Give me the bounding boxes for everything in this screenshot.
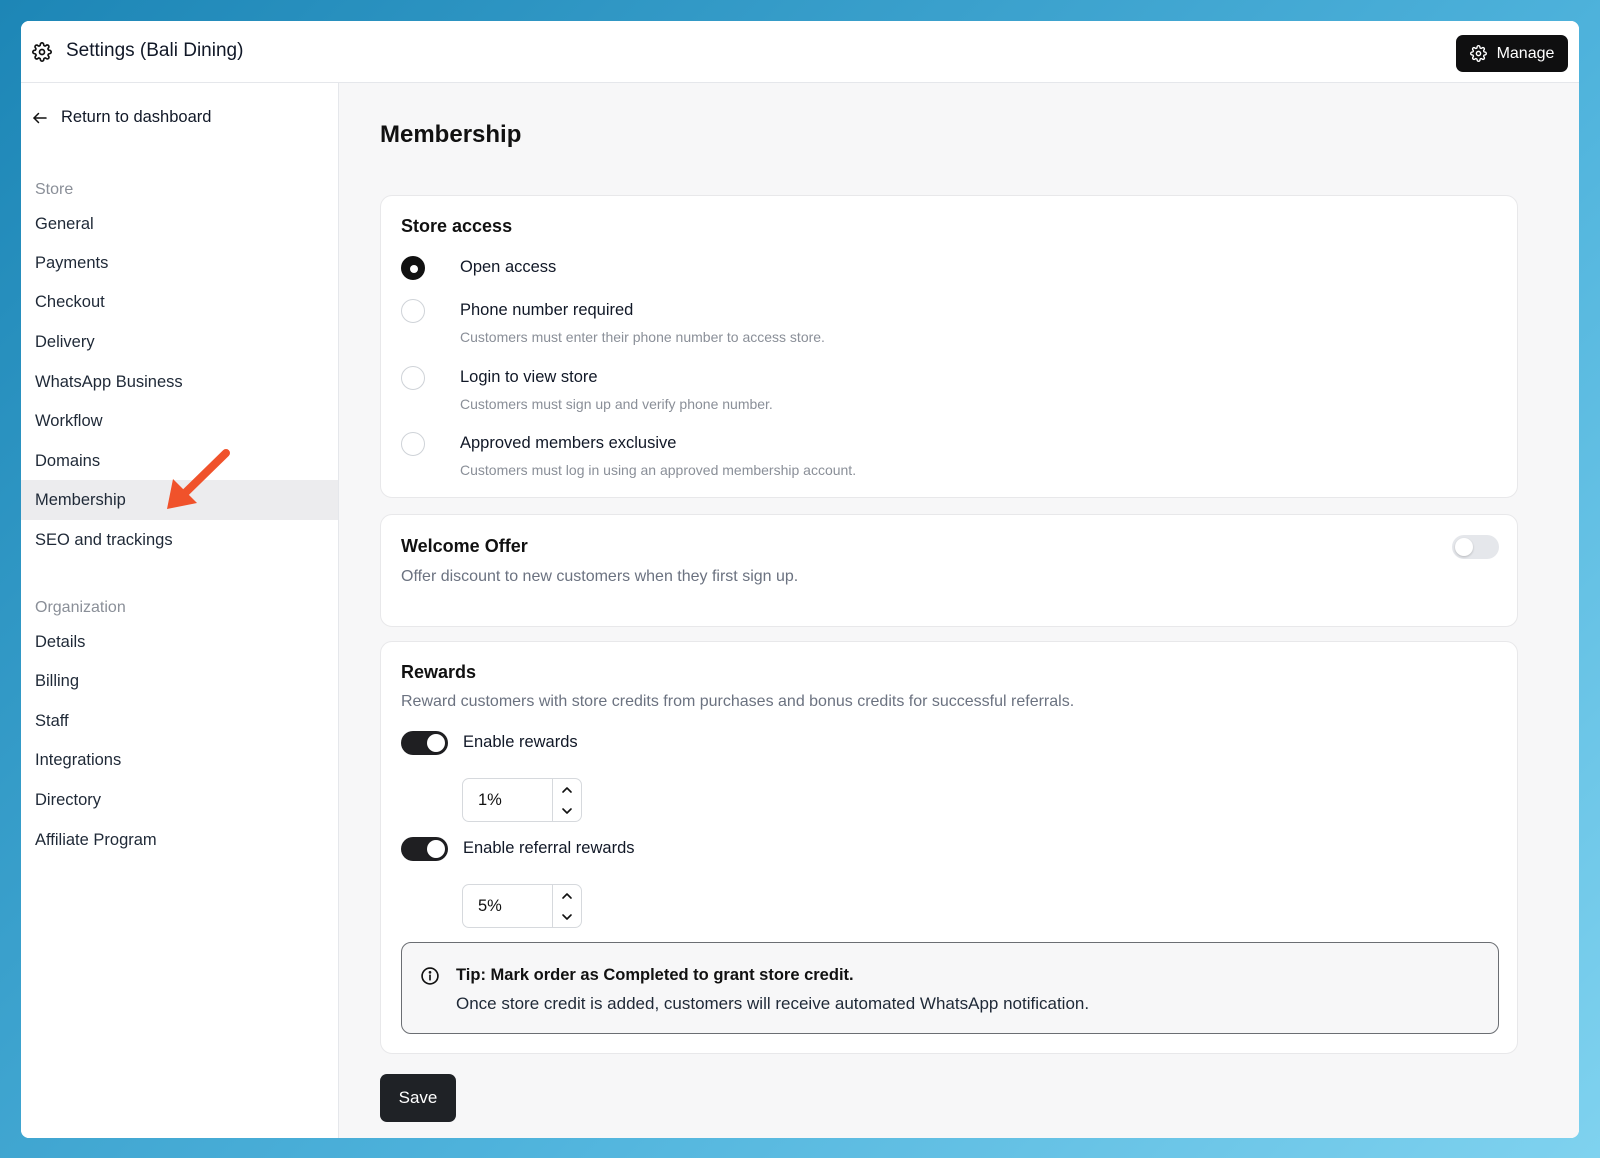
welcome-offer-toggle[interactable]: [1452, 535, 1499, 559]
toggle-knob: [427, 840, 445, 858]
tip-body: Once store credit is added, customers wi…: [456, 994, 1090, 1013]
gear-icon: [1469, 45, 1487, 62]
enable-referral-rewards-label: Enable referral rewards: [463, 839, 635, 857]
annotation-arrow-icon: [167, 449, 230, 509]
sidebar-item-affiliate-program[interactable]: Affiliate Program: [21, 820, 338, 860]
sidebar-item-label: Details: [35, 632, 86, 651]
manage-button-label: Manage: [1496, 44, 1555, 62]
radio-label: Approved members exclusive: [460, 434, 677, 452]
main-content: Membership Store access Open access Phon…: [339, 83, 1579, 1138]
radio-login-to-view-store[interactable]: Login to view store Customers must sign …: [401, 366, 773, 412]
rewards-card: Rewards Reward customers with store cred…: [380, 641, 1518, 1054]
sidebar-item-label: Membership: [35, 490, 126, 509]
sidebar-item-workflow[interactable]: Workflow: [21, 401, 338, 441]
radio-button[interactable]: [401, 256, 425, 280]
sidebar-item-label: WhatsApp Business: [35, 372, 183, 391]
sidebar-item-seo-and-trackings[interactable]: SEO and trackings: [21, 520, 338, 560]
store-access-card: Store access Open access Phone number re…: [380, 195, 1518, 498]
sidebar-item-checkout[interactable]: Checkout: [21, 282, 338, 322]
sidebar-item-staff[interactable]: Staff: [21, 701, 338, 741]
radio-description: Customers must log in using an approved …: [460, 462, 857, 478]
window-title: Settings (Bali Dining): [66, 40, 244, 61]
sidebar-item-details[interactable]: Details: [21, 622, 338, 662]
page-title: Membership: [380, 121, 522, 148]
top-bar: Settings (Bali Dining) Manage: [21, 21, 1579, 83]
radio-description: Customers must sign up and verify phone …: [460, 396, 773, 412]
sidebar-item-label: Payments: [35, 253, 109, 272]
stepper-value[interactable]: 1%: [463, 779, 552, 821]
sidebar-item-label: General: [35, 214, 94, 233]
radio-approved-members-exclusive[interactable]: Approved members exclusive Customers mus…: [401, 432, 856, 478]
sidebar-item-label: Billing: [35, 671, 80, 690]
sidebar-item-label: SEO and trackings: [35, 530, 173, 549]
chevron-up-icon: [562, 786, 572, 793]
store-access-title: Store access: [401, 216, 513, 236]
enable-rewards-label: Enable rewards: [463, 733, 578, 751]
sidebar-item-label: Delivery: [35, 332, 95, 351]
stepper-value[interactable]: 5%: [463, 885, 552, 927]
return-to-dashboard-link[interactable]: Return to dashboard: [31, 108, 211, 127]
welcome-offer-title: Welcome Offer: [401, 536, 528, 556]
enable-referral-rewards-toggle[interactable]: [401, 837, 448, 861]
radio-phone-number-required[interactable]: Phone number required Customers must ent…: [401, 299, 825, 345]
sidebar-item-billing[interactable]: Billing: [21, 661, 338, 701]
referral-percent-stepper[interactable]: 5%: [462, 884, 582, 928]
radio-label: Open access: [460, 258, 557, 276]
sidebar-item-whatsapp-business[interactable]: WhatsApp Business: [21, 362, 338, 402]
radio-button[interactable]: [401, 299, 425, 323]
sidebar-item-label: Directory: [35, 790, 102, 809]
stepper-decrement[interactable]: [553, 800, 581, 821]
section-label-store: Store: [35, 181, 74, 198]
sidebar-item-directory[interactable]: Directory: [21, 780, 338, 820]
settings-window: Settings (Bali Dining) Manage Return to …: [21, 21, 1579, 1138]
sidebar-item-label: Checkout: [35, 292, 105, 311]
stepper-increment[interactable]: [553, 779, 581, 800]
sidebar-item-label: Staff: [35, 711, 69, 730]
sidebar-item-label: Affiliate Program: [35, 830, 157, 849]
sidebar-item-integrations[interactable]: Integrations: [21, 740, 338, 780]
sidebar-item-label: Workflow: [35, 411, 103, 430]
enable-rewards-toggle[interactable]: [401, 731, 448, 755]
arrow-left-icon: [33, 112, 47, 123]
tip-title: Tip: Mark order as Completed to grant st…: [456, 966, 854, 984]
manage-button[interactable]: Manage: [1456, 35, 1568, 72]
radio-label: Phone number required: [460, 301, 634, 319]
tip-callout: Tip: Mark order as Completed to grant st…: [401, 942, 1499, 1034]
radio-description: Customers must enter their phone number …: [460, 329, 825, 345]
gear-icon: [32, 42, 52, 62]
stepper-decrement[interactable]: [553, 906, 581, 927]
return-label: Return to dashboard: [61, 108, 212, 126]
radio-button[interactable]: [401, 432, 425, 456]
info-icon: [421, 967, 439, 985]
rewards-percent-stepper[interactable]: 1%: [462, 778, 582, 822]
save-button[interactable]: Save: [380, 1074, 456, 1122]
radio-button[interactable]: [401, 366, 425, 390]
toggle-knob: [427, 734, 445, 752]
rewards-title: Rewards: [401, 662, 477, 682]
radio-label: Login to view store: [460, 368, 598, 386]
chevron-down-icon: [562, 913, 572, 920]
welcome-offer-description: Offer discount to new customers when the…: [401, 568, 799, 585]
toggle-knob: [1455, 538, 1473, 556]
chevron-down-icon: [562, 807, 572, 814]
section-label-organization: Organization: [35, 599, 126, 616]
chevron-up-icon: [562, 892, 572, 899]
rewards-description: Reward customers with store credits from…: [401, 693, 1075, 710]
stepper-increment[interactable]: [553, 885, 581, 906]
sidebar-item-payments[interactable]: Payments: [21, 243, 338, 283]
sidebar-item-general[interactable]: General: [21, 204, 338, 244]
radio-open-access[interactable]: Open access: [401, 256, 556, 280]
sidebar-item-delivery[interactable]: Delivery: [21, 322, 338, 362]
sidebar-item-label: Domains: [35, 451, 101, 470]
welcome-offer-card: Welcome Offer Offer discount to new cust…: [380, 514, 1518, 627]
sidebar: Return to dashboard Store General Paymen…: [21, 83, 339, 1138]
sidebar-item-label: Integrations: [35, 750, 122, 769]
